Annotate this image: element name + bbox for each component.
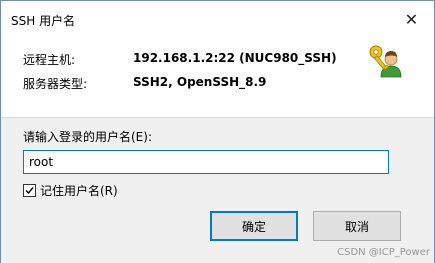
cancel-button[interactable]: 取消 — [313, 211, 401, 241]
username-input[interactable] — [23, 150, 389, 174]
remember-username-row[interactable]: 记住用户名(R) — [23, 182, 118, 198]
key-user-icon — [369, 45, 402, 78]
username-prompt-label: 请输入登录的用户名(E): — [23, 130, 152, 144]
remember-username-label: 记住用户名(R) — [40, 183, 118, 198]
close-icon: ✕ — [404, 9, 419, 29]
remote-host-value: 192.168.1.2:22 (NUC980_SSH) — [133, 51, 337, 65]
close-button[interactable]: ✕ — [389, 1, 434, 37]
checkmark-icon — [25, 186, 34, 194]
server-type-value: SSH2, OpenSSH_8.9 — [133, 75, 267, 89]
login-form-panel: 请输入登录的用户名(E): 记住用户名(R) 确定 取消 — [1, 117, 434, 263]
watermark-text: CSDN @ICP_Power — [337, 247, 430, 258]
ssh-username-dialog: SSH 用户名 ✕ 远程主机: 192.168.1.2:22 (NUC980_S… — [0, 0, 435, 263]
remote-host-label: 远程主机: — [23, 53, 76, 67]
server-type-label: 服务器类型: — [23, 77, 88, 91]
title-bar[interactable]: SSH 用户名 ✕ — [1, 1, 434, 37]
ok-button[interactable]: 确定 — [210, 211, 298, 241]
connection-info-panel: 远程主机: 192.168.1.2:22 (NUC980_SSH) 服务器类型:… — [1, 37, 434, 117]
remember-username-checkbox[interactable] — [23, 183, 36, 197]
window-title: SSH 用户名 — [11, 14, 76, 28]
